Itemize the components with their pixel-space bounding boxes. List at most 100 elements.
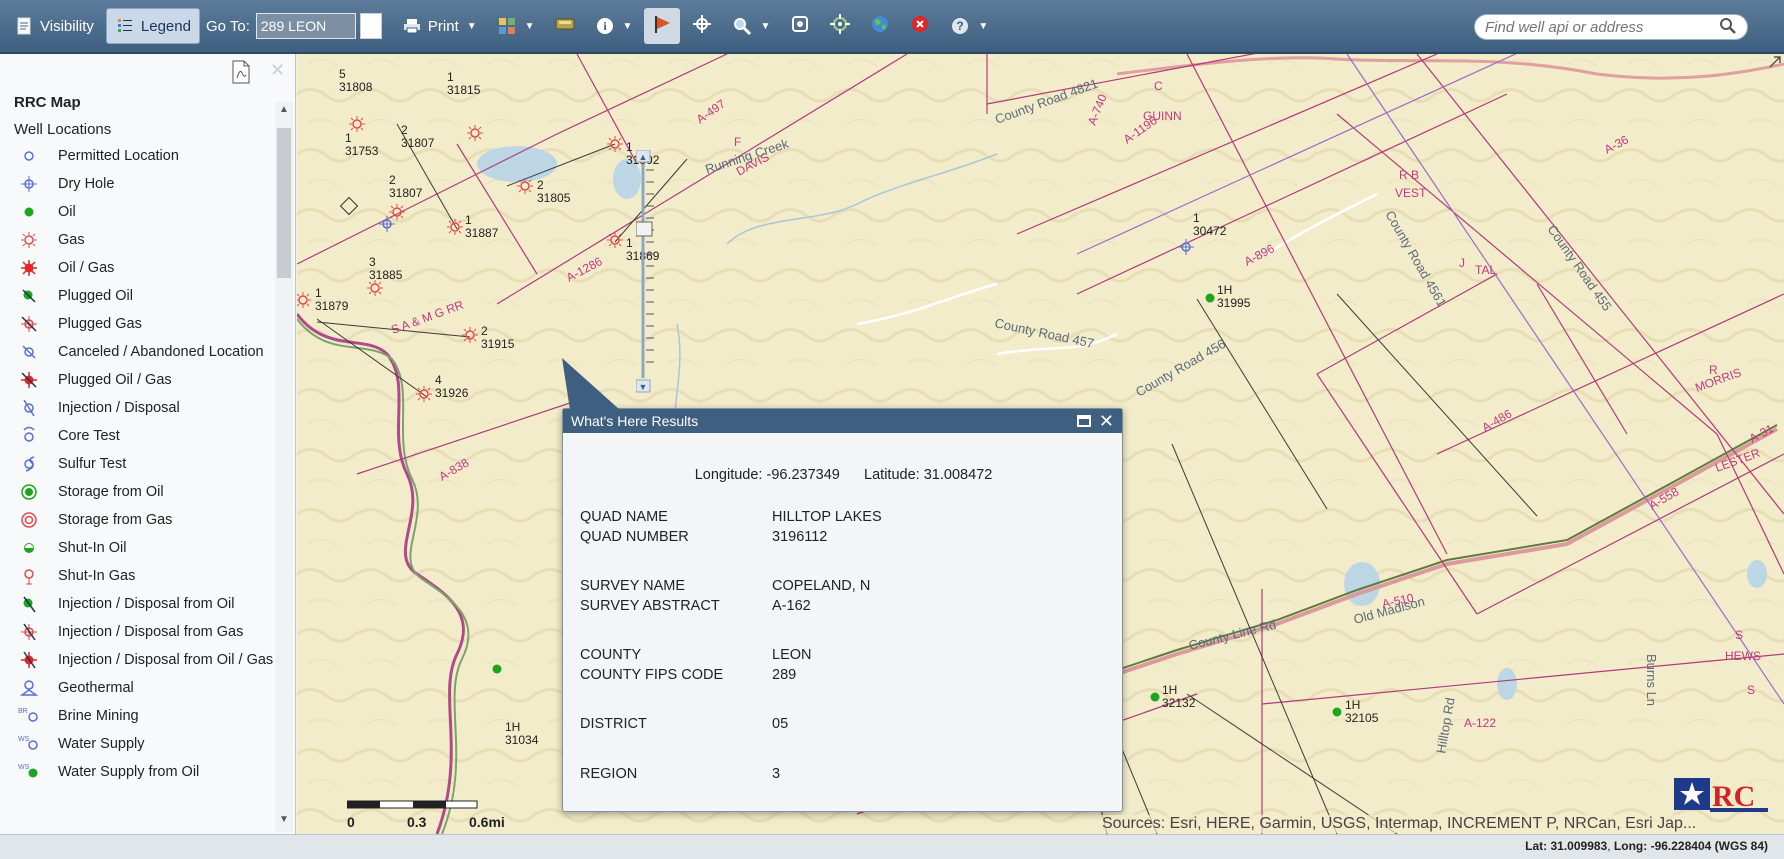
plugged-oil-icon [14, 285, 44, 307]
brine-mining-icon: BR [14, 705, 44, 727]
injection-gas-icon [14, 621, 44, 643]
geothermal-icon [14, 677, 44, 699]
chevron-down-icon: ▼ [760, 20, 771, 32]
legend-title: RRC Map [14, 94, 81, 111]
row-label: DISTRICT [580, 716, 647, 732]
legend-item: Geothermal [14, 674, 274, 702]
whats-here-button[interactable] [644, 8, 681, 44]
chevron-down-icon: ▼ [622, 20, 633, 32]
well-marker[interactable] [1150, 692, 1160, 702]
legend-item: Storage from Oil [14, 478, 274, 506]
longitude-value: -96.237349 [766, 467, 840, 483]
road-label: Burns Ln [1644, 654, 1659, 706]
expand-icon[interactable] [1767, 54, 1783, 70]
svg-text:▲: ▲ [639, 152, 648, 162]
search-box[interactable] [1474, 14, 1748, 40]
shut-in-oil-icon [14, 537, 44, 559]
search-icon[interactable] [1719, 17, 1737, 38]
permitted-location-icon [14, 145, 44, 167]
legend-button[interactable]: Legend [105, 8, 200, 44]
water-supply-icon: WS [14, 733, 44, 755]
legend-item-label: Injection / Disposal from Oil / Gas [58, 651, 274, 668]
chevron-down-icon: ▼ [466, 20, 477, 32]
scroll-down-icon[interactable]: ▼ [277, 814, 291, 830]
long-label: Long: [1613, 839, 1648, 853]
magnifier-icon [732, 16, 752, 36]
gas-icon [14, 229, 44, 251]
scale-label-2: 0.6mi [469, 814, 505, 830]
core-test-icon [14, 425, 44, 447]
legend-item: WS Water Supply from Oil [14, 758, 274, 786]
popup-pointer [562, 358, 620, 410]
oil-gas-icon [14, 257, 44, 279]
well-marker[interactable] [1332, 707, 1342, 717]
legend-label: Legend [140, 17, 191, 35]
visibility-label: Visibility [40, 17, 94, 35]
list-icon [115, 16, 135, 36]
scroll-thumb[interactable] [277, 128, 291, 278]
close-icon[interactable]: ✕ [270, 60, 285, 81]
legend-item-label: Storage from Oil [58, 483, 164, 500]
survey-label: R B [1399, 168, 1419, 182]
legend-item-label: Plugged Gas [58, 315, 142, 332]
target-icon [830, 13, 851, 39]
injection-oil-icon [14, 593, 44, 615]
locate-button[interactable] [822, 8, 858, 44]
popup-row: COUNTY FIPS CODE 289 [580, 667, 796, 683]
maximize-icon[interactable] [1076, 415, 1091, 427]
legend-item: Dry Hole [14, 170, 274, 198]
legend-item-label: Injection / Disposal from Gas [58, 623, 244, 640]
legend-item: Gas [14, 226, 274, 254]
row-value: HILLTOP LAKES [772, 509, 882, 525]
svg-text:WS: WS [18, 736, 30, 743]
basemap-button[interactable]: ▼ [489, 8, 543, 44]
legend-item: Sulfur Test [14, 450, 274, 478]
legend-item: WS Water Supply [14, 730, 274, 758]
goto-input[interactable] [255, 13, 356, 39]
legend-item-label: Injection / Disposal from Oil [58, 595, 235, 612]
row-label: COUNTY FIPS CODE [580, 667, 724, 683]
legend-item: Shut-In Gas [14, 562, 274, 590]
legend-item: Plugged Oil / Gas [14, 366, 274, 394]
flag-icon [652, 14, 672, 39]
legend-scrollbar[interactable]: ▲ ▼ [275, 102, 293, 832]
globe-button[interactable] [862, 8, 898, 44]
cursor-coordinates: Lat: 31.009983, Long: -96.228404 (WGS 84… [1525, 839, 1768, 853]
chevron-down-icon: ▼ [978, 20, 989, 32]
zoom-button[interactable]: ▼ [724, 8, 778, 44]
water-supply-oil-icon: WS [14, 761, 44, 783]
legend-item-label: Water Supply [58, 735, 145, 752]
popup-row: REGION 3 [580, 766, 780, 782]
goto-dropdown[interactable] [359, 13, 382, 39]
full-extent-button[interactable] [782, 8, 818, 44]
longitude-label: Longitude: [694, 467, 763, 483]
legend-item: Core Test [14, 422, 274, 450]
close-icon[interactable]: ✕ [1099, 412, 1114, 430]
layers-button[interactable] [547, 8, 583, 44]
zoom-slider[interactable]: ▲ ▼ [636, 150, 654, 394]
plugged-gas-icon [14, 313, 44, 335]
help-button[interactable]: ? ▼ [942, 8, 996, 44]
crosshair-button[interactable] [684, 8, 720, 44]
legend-subtitle: Well Locations [14, 121, 112, 138]
svg-text:?: ? [957, 19, 964, 33]
pdf-icon[interactable] [231, 60, 251, 84]
print-button[interactable]: Print ▼ [394, 8, 485, 44]
well-marker[interactable] [492, 664, 502, 674]
info-button[interactable]: i ▼ [587, 8, 641, 44]
search-input[interactable] [1485, 18, 1719, 36]
survey-label: VEST [1395, 186, 1427, 200]
clear-button[interactable] [902, 8, 938, 44]
legend-item-label: Oil [58, 203, 76, 220]
visibility-button[interactable]: Visibility [6, 8, 102, 44]
legend-item-label: Oil / Gas [58, 259, 115, 276]
row-value: 05 [772, 716, 789, 732]
row-value: A-162 [772, 598, 811, 614]
legend-item-label: Plugged Oil [58, 287, 133, 304]
svg-text:WS: WS [18, 764, 30, 771]
map-attribution: Sources: Esri, HERE, Garmin, USGS, Inter… [1102, 815, 1697, 833]
scroll-up-icon[interactable]: ▲ [277, 104, 291, 120]
long-value: -96.228404 [1650, 839, 1712, 853]
row-value: 3 [772, 766, 781, 782]
well-marker[interactable] [1205, 293, 1215, 303]
